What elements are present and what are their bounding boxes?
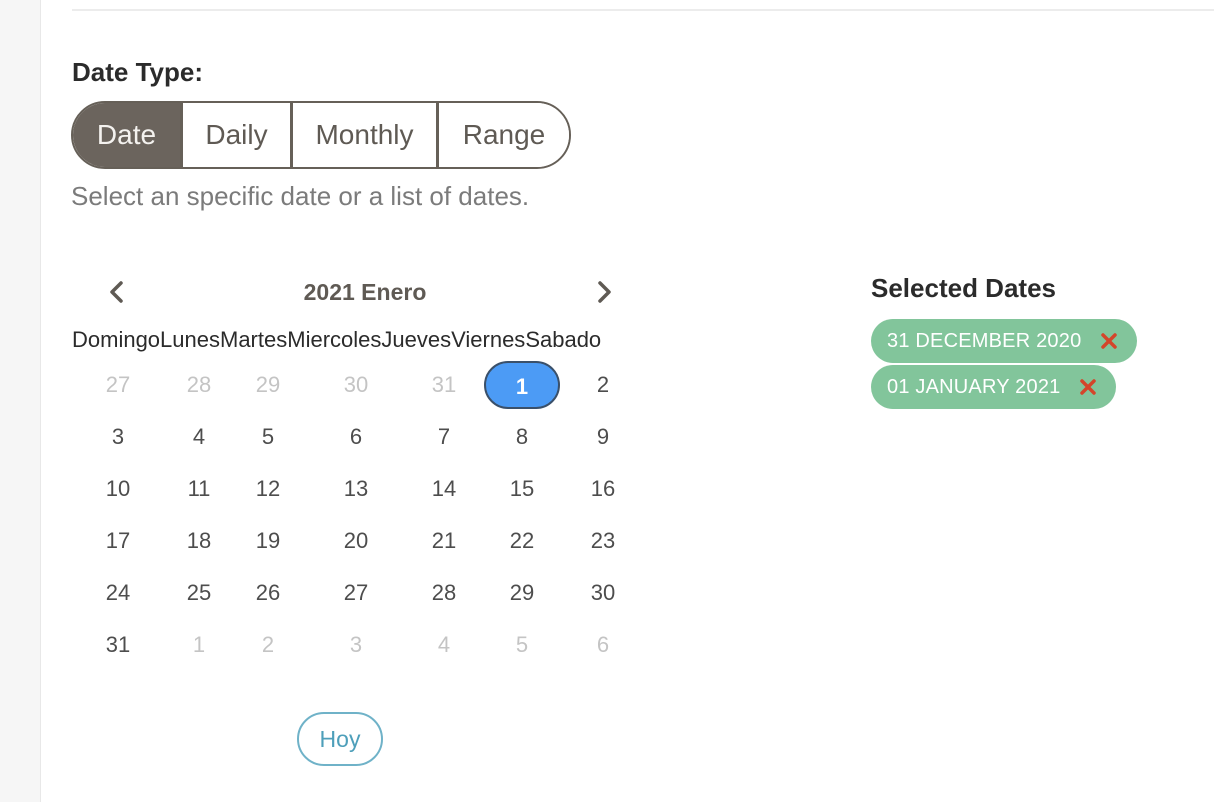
calendar-day[interactable]: 31 <box>88 625 148 665</box>
section-divider <box>72 9 1214 11</box>
calendar-day[interactable]: 3 <box>326 625 386 665</box>
calendar-day[interactable]: 21 <box>414 521 474 561</box>
calendar-day[interactable]: 20 <box>326 521 386 561</box>
calendar-day[interactable]: 2 <box>573 365 633 405</box>
calendar-day[interactable]: 29 <box>238 365 298 405</box>
date-type-segmented-control: Date Daily Monthly Range <box>71 101 571 169</box>
chevron-right-icon <box>598 281 611 303</box>
calendar-day[interactable]: 18 <box>169 521 229 561</box>
calendar-day[interactable]: 4 <box>169 417 229 457</box>
left-sidebar-rail <box>0 0 41 802</box>
calendar-day[interactable]: 29 <box>492 573 552 613</box>
close-icon <box>1080 379 1097 395</box>
date-type-option-range[interactable]: Range <box>439 103 569 167</box>
calendar-day[interactable]: 26 <box>238 573 298 613</box>
calendar-day[interactable]: 27 <box>88 365 148 405</box>
calendar-day[interactable]: 30 <box>326 365 386 405</box>
today-button[interactable]: Hoy <box>297 712 383 766</box>
date-type-option-monthly[interactable]: Monthly <box>293 103 439 167</box>
date-type-option-daily[interactable]: Daily <box>183 103 293 167</box>
calendar-day[interactable]: 6 <box>326 417 386 457</box>
weekday-label: Viernes <box>451 327 526 352</box>
weekday-label: Miercoles <box>287 327 382 352</box>
calendar-day[interactable]: 16 <box>573 469 633 509</box>
weekday-label: Domingo <box>72 327 161 352</box>
calendar-day[interactable]: 11 <box>169 469 229 509</box>
weekday-label: Jueves <box>381 327 452 352</box>
calendar-day[interactable]: 12 <box>238 469 298 509</box>
calendar-day[interactable]: 30 <box>573 573 633 613</box>
calendar-day[interactable]: 6 <box>573 625 633 665</box>
calendar-day[interactable]: 28 <box>414 573 474 613</box>
calendar-day[interactable]: 9 <box>573 417 633 457</box>
date-type-hint: Select an specific date or a list of dat… <box>71 181 530 211</box>
calendar-day[interactable]: 25 <box>169 573 229 613</box>
calendar-day[interactable]: 28 <box>169 365 229 405</box>
prev-month-button[interactable] <box>104 278 132 306</box>
calendar-day[interactable]: 15 <box>492 469 552 509</box>
calendar-weekday-header: Domingo Lunes Martes Miercoles Jueves Vi… <box>72 327 601 355</box>
calendar-day[interactable]: 2 <box>238 625 298 665</box>
calendar-day[interactable]: 3 <box>88 417 148 457</box>
remove-date-button[interactable] <box>1078 377 1098 397</box>
selected-dates-title: Selected Dates <box>871 273 1056 303</box>
date-type-label: Date Type: <box>72 57 203 87</box>
calendar-day[interactable]: 5 <box>238 417 298 457</box>
remove-date-button[interactable] <box>1099 331 1119 351</box>
chevron-left-icon <box>110 281 123 303</box>
calendar-day[interactable]: 24 <box>88 573 148 613</box>
calendar-day[interactable]: 23 <box>573 521 633 561</box>
selected-date-label: 31 DECEMBER 2020 <box>887 329 1082 352</box>
calendar-day[interactable]: 14 <box>414 469 474 509</box>
next-month-button[interactable] <box>590 278 618 306</box>
calendar-day[interactable]: 13 <box>326 469 386 509</box>
calendar-day[interactable]: 17 <box>88 521 148 561</box>
calendar-day[interactable]: 4 <box>414 625 474 665</box>
calendar-day-selected[interactable]: 1 <box>484 361 560 409</box>
close-icon <box>1101 333 1118 349</box>
calendar-day[interactable]: 10 <box>88 469 148 509</box>
weekday-label: Sabado <box>525 327 602 352</box>
selected-date-chip: 01 JANUARY 2021 <box>871 365 1117 409</box>
calendar-day[interactable]: 19 <box>238 521 298 561</box>
selected-date-label: 01 JANUARY 2021 <box>887 375 1061 398</box>
selected-date-chip: 31 DECEMBER 2020 <box>871 319 1138 363</box>
calendar-day[interactable]: 22 <box>492 521 552 561</box>
date-type-option-date[interactable]: Date <box>73 103 183 167</box>
calendar-day[interactable]: 7 <box>414 417 474 457</box>
calendar-day[interactable]: 8 <box>492 417 552 457</box>
calendar-day[interactable]: 1 <box>169 625 229 665</box>
calendar-month-title: 2021 Enero <box>303 279 427 305</box>
calendar-day[interactable]: 27 <box>326 573 386 613</box>
calendar-day[interactable]: 5 <box>492 625 552 665</box>
weekday-label: Martes <box>220 327 288 352</box>
calendar-day[interactable]: 31 <box>414 365 474 405</box>
weekday-label: Lunes <box>160 327 220 352</box>
